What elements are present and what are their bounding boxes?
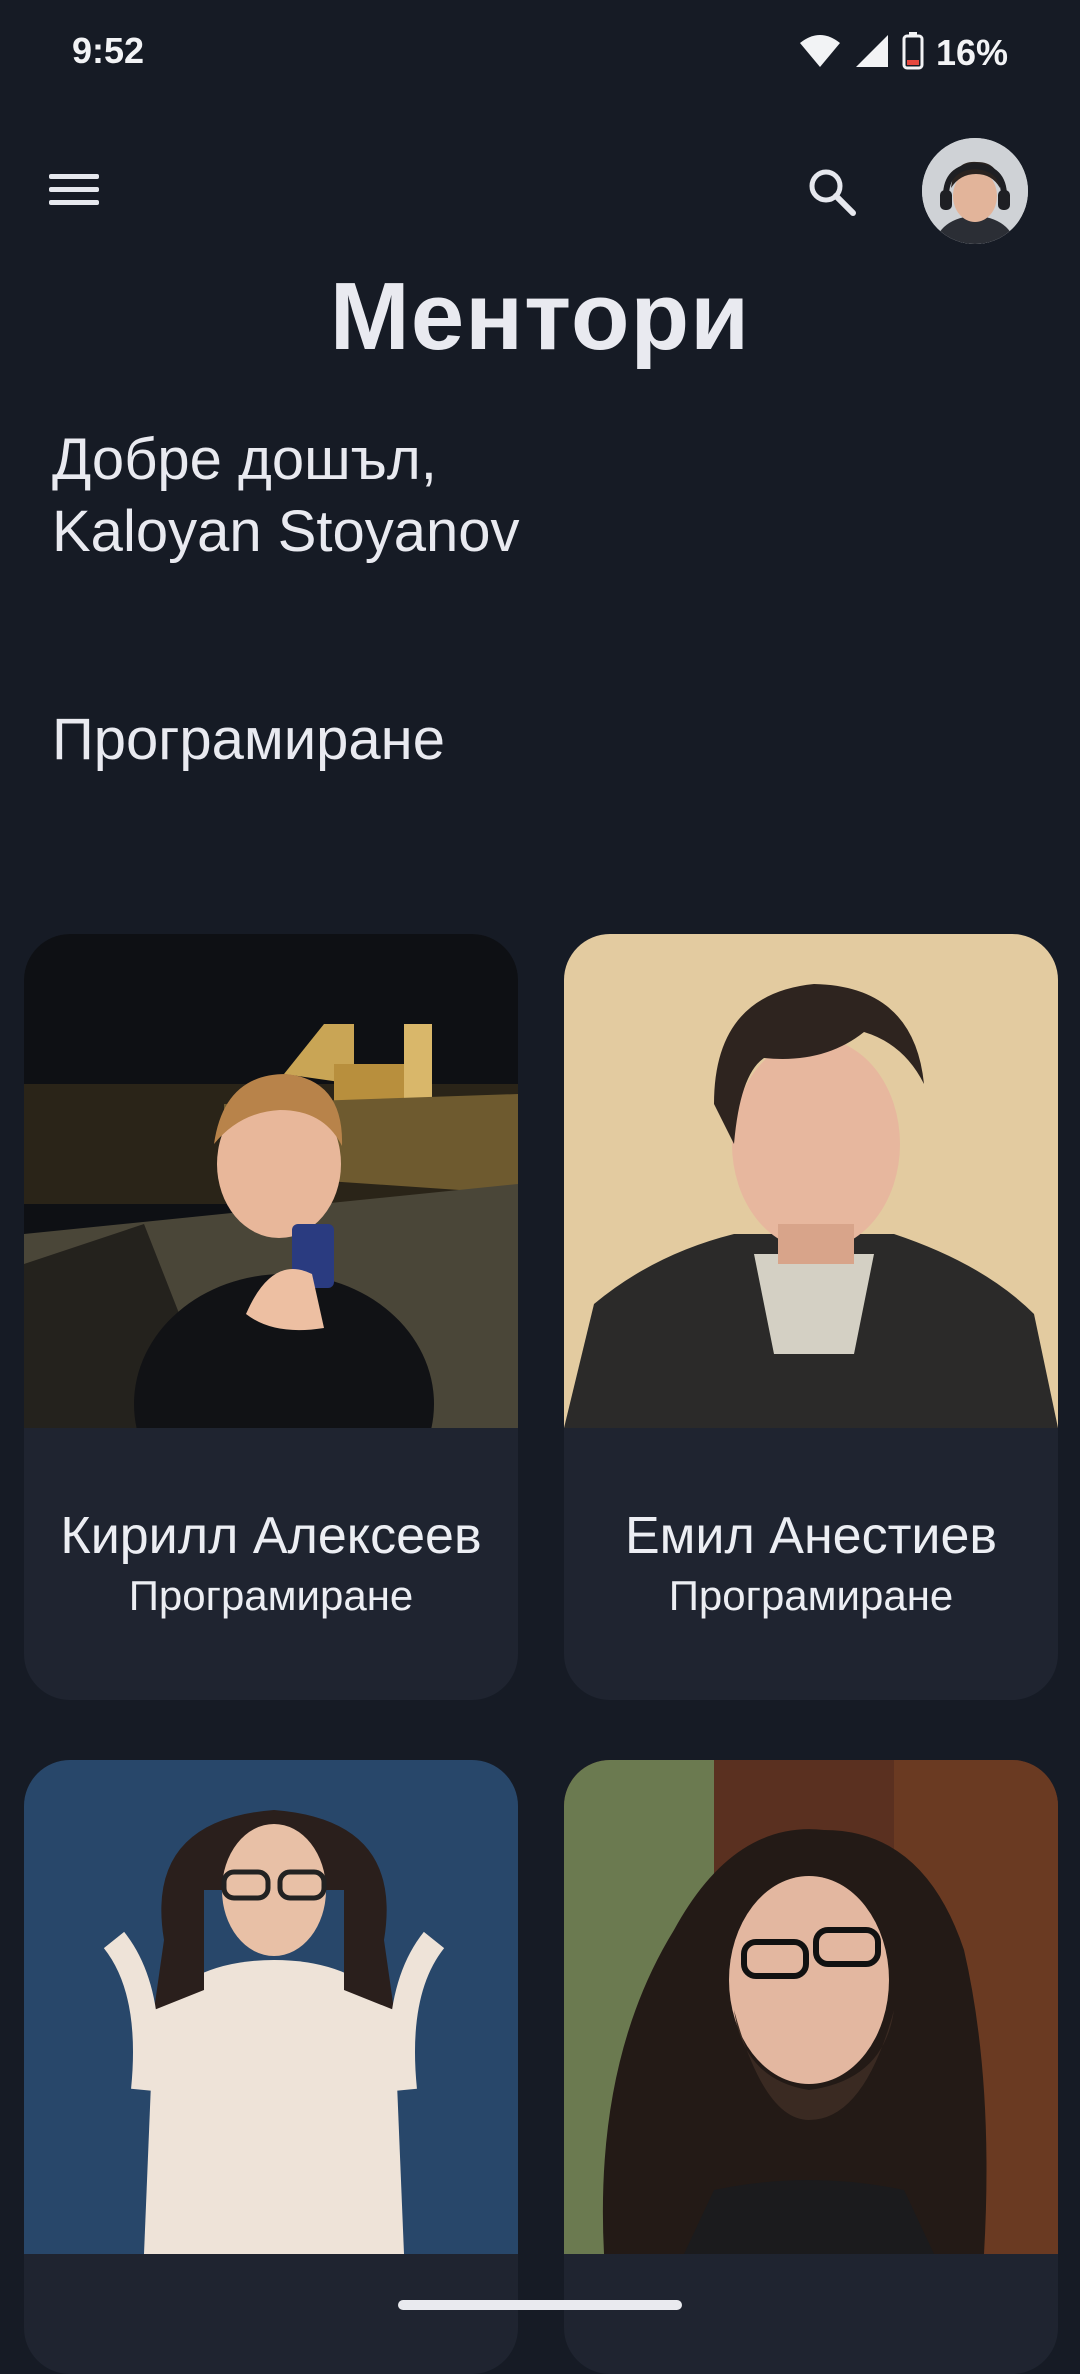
mentor-photo [564, 934, 1058, 1428]
mentor-info [24, 2254, 518, 2374]
battery-icon [902, 31, 924, 75]
mentor-photo [564, 1760, 1058, 2254]
page-title: Ментори [329, 263, 751, 370]
mentor-info: Кирилл Алексеев Програмиране [24, 1428, 518, 1700]
mentor-name: Кирилл Алексеев [60, 1507, 482, 1565]
mentor-card[interactable] [564, 1760, 1058, 2374]
status-bar: 9:52 16% [0, 0, 1080, 108]
signal-icon [854, 33, 890, 74]
battery-percentage: 16% [935, 32, 1008, 73]
mentor-info: Емил Анестиев Програмиране [564, 1428, 1058, 1700]
user-avatar[interactable] [922, 138, 1028, 244]
mentor-field: Програмиране [668, 1572, 954, 1619]
status-icons: 16% [798, 30, 1008, 76]
search-button[interactable] [800, 160, 864, 224]
mentor-photo [24, 934, 518, 1428]
mentor-card[interactable] [24, 1760, 518, 2374]
wifi-icon [798, 33, 842, 74]
section-title: Програмиране [52, 707, 445, 772]
mentor-card[interactable]: Кирилл Алексеев Програмиране [24, 934, 518, 1700]
menu-icon [49, 174, 99, 205]
status-time: 9:52 [72, 30, 145, 71]
welcome-greeting: Добре дошъл, [52, 427, 437, 492]
mentor-card[interactable]: Емил Анестиев Програмиране [564, 934, 1058, 1700]
mentor-photo [24, 1760, 518, 2254]
mentor-info [564, 2254, 1058, 2374]
welcome-message: Добре дошъл, Kaloyan Stoyanov [52, 424, 520, 568]
search-icon [809, 169, 856, 216]
mentor-field: Програмиране [128, 1572, 414, 1619]
mentor-name: Емил Анестиев [625, 1507, 997, 1565]
welcome-user-name: Kaloyan Stoyanov [52, 499, 520, 564]
gesture-navigation-handle[interactable] [398, 2300, 682, 2310]
menu-button[interactable] [40, 160, 108, 220]
